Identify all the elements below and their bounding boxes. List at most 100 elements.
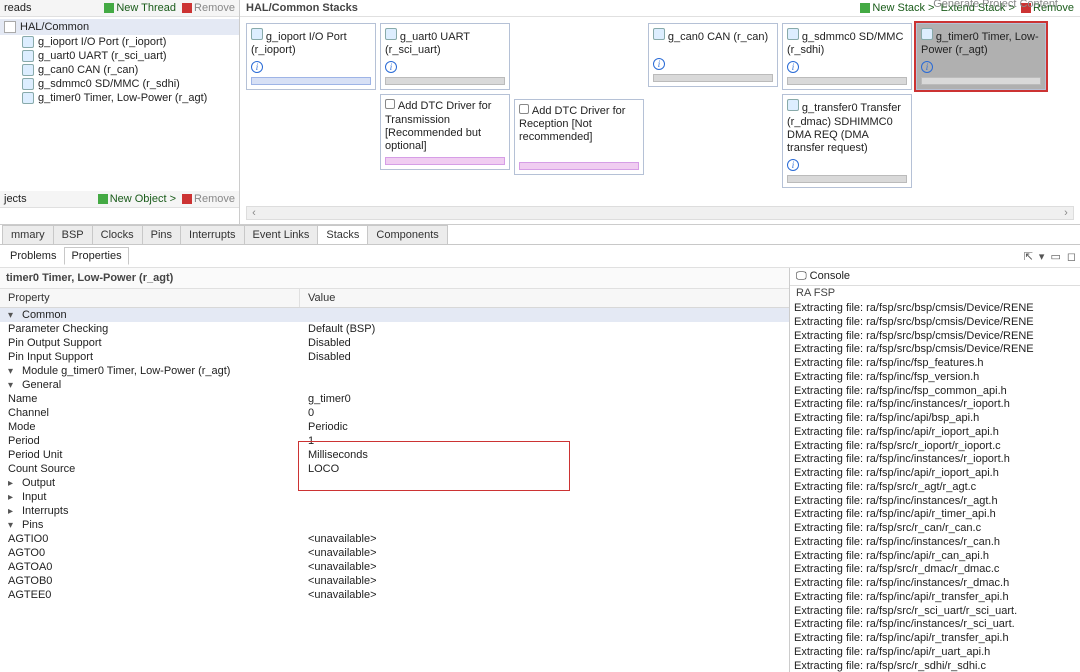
prop-value[interactable]: 0 (300, 406, 789, 420)
prop-name[interactable]: AGTIO0 (0, 532, 300, 546)
prop-value[interactable]: <unavailable> (300, 532, 789, 546)
info-icon[interactable]: i (787, 61, 799, 73)
remove-thread-button[interactable]: Remove (182, 2, 235, 14)
stack-box-can[interactable]: g_can0 CAN (r_can) i (648, 23, 778, 87)
pin-icon[interactable]: ⇱ (1024, 250, 1033, 263)
scroll-right-button[interactable]: › (1059, 207, 1073, 219)
tree-item[interactable]: g_can0 CAN (r_can) (0, 63, 239, 77)
prop-value[interactable]: Disabled (300, 350, 789, 364)
tree-item[interactable]: g_uart0 UART (r_sci_uart) (0, 49, 239, 63)
info-icon[interactable]: i (653, 58, 665, 70)
properties-table: Property Value ▾Common Parameter Checkin… (0, 289, 789, 672)
tab-summary[interactable]: mmary (2, 225, 54, 244)
prop-name[interactable]: Count Source (0, 462, 300, 476)
stack-box-timer[interactable]: g_timer0 Timer, Low-Power (r_agt) i (916, 23, 1046, 90)
view-menu-icon[interactable]: ▾ (1039, 250, 1045, 263)
remove-object-button[interactable]: Remove (182, 193, 235, 205)
prop-name[interactable]: AGTO0 (0, 546, 300, 560)
info-icon[interactable]: i (787, 159, 799, 171)
tab-bsp[interactable]: BSP (53, 225, 93, 244)
thread-icon (4, 21, 16, 33)
view-tab-console[interactable]: 🖵 Console (796, 270, 850, 283)
info-icon[interactable]: i (385, 61, 397, 73)
console-output[interactable]: Extracting file: ra/fsp/src/bsp/cmsis/De… (790, 300, 1080, 672)
prop-value[interactable]: Milliseconds (300, 448, 789, 462)
tab-event-links[interactable]: Event Links (244, 225, 319, 244)
stack-footer (385, 157, 505, 165)
prop-value[interactable]: Periodic (300, 420, 789, 434)
stack-box-transfer[interactable]: g_transfer0 Transfer (r_dmac) SDHIMMC0 D… (782, 94, 912, 188)
module-icon (385, 28, 397, 40)
group-output[interactable]: Output (22, 477, 55, 489)
stack-box-uart[interactable]: g_uart0 UART (r_sci_uart) i (380, 23, 510, 90)
tree-root-hal[interactable]: HAL/Common (0, 19, 239, 35)
prop-name[interactable]: AGTOA0 (0, 560, 300, 574)
module-icon (22, 64, 34, 76)
prop-name[interactable]: Parameter Checking (0, 322, 300, 336)
prop-value[interactable]: <unavailable> (300, 560, 789, 574)
objects-header: jects New Object > Remove (0, 191, 239, 208)
prop-name[interactable]: Pin Input Support (0, 350, 300, 364)
h-scrollbar[interactable]: ‹ › (246, 206, 1074, 220)
stack-box-dtc-rx[interactable]: Add DTC Driver for Reception [Not recomm… (514, 99, 644, 175)
minimize-icon[interactable]: ▭ (1050, 250, 1060, 263)
threads-header: reads New Thread Remove (0, 0, 239, 17)
group-general[interactable]: General (22, 379, 61, 391)
module-icon (787, 99, 799, 111)
tab-pins[interactable]: Pins (142, 225, 181, 244)
prop-name[interactable]: AGTOB0 (0, 574, 300, 588)
prop-name[interactable]: AGTEE0 (0, 588, 300, 602)
prop-name[interactable]: Period Unit (0, 448, 300, 462)
tree-item[interactable]: g_timer0 Timer, Low-Power (r_agt) (0, 91, 239, 105)
group-interrupts[interactable]: Interrupts (22, 505, 68, 517)
prop-value[interactable]: 1 (300, 434, 789, 448)
scroll-left-button[interactable]: ‹ (247, 207, 261, 219)
prop-value[interactable]: <unavailable> (300, 546, 789, 560)
new-thread-button[interactable]: New Thread (104, 2, 176, 14)
group-pins[interactable]: Pins (22, 519, 43, 531)
group-module[interactable]: Module g_timer0 Timer, Low-Power (r_agt) (22, 365, 230, 377)
generate-project-link[interactable]: Generate Project Content (927, 0, 1064, 12)
tab-clocks[interactable]: Clocks (92, 225, 143, 244)
stack-footer (787, 77, 907, 85)
prop-value[interactable]: Default (BSP) (300, 322, 789, 336)
module-icon (22, 78, 34, 90)
group-input[interactable]: Input (22, 491, 46, 503)
stack-footer (385, 77, 505, 85)
prop-name[interactable]: Pin Output Support (0, 336, 300, 350)
prop-name[interactable]: Mode (0, 420, 300, 434)
tab-stacks[interactable]: Stacks (317, 225, 368, 244)
maximize-icon[interactable]: ◻ (1067, 250, 1076, 263)
new-stack-button[interactable]: New Stack > (860, 2, 934, 14)
new-object-button[interactable]: New Object > (98, 193, 176, 205)
prop-name[interactable]: Channel (0, 406, 300, 420)
group-common[interactable]: Common (22, 309, 67, 321)
stack-box-sdmmc[interactable]: g_sdmmc0 SD/MMC (r_sdhi) i (782, 23, 912, 90)
tab-components[interactable]: Components (367, 225, 447, 244)
remove-icon (182, 3, 192, 13)
module-icon (921, 28, 933, 40)
tab-interrupts[interactable]: Interrupts (180, 225, 244, 244)
stack-footer (653, 74, 773, 82)
properties-title: timer0 Timer, Low-Power (r_agt) (0, 268, 789, 289)
view-tab-properties[interactable]: Properties (64, 247, 128, 265)
prop-value[interactable]: LOCO (300, 462, 789, 476)
info-icon[interactable]: i (251, 61, 263, 73)
prop-value[interactable]: <unavailable> (300, 574, 789, 588)
plus-icon (104, 3, 114, 13)
prop-name[interactable]: Name (0, 392, 300, 406)
stack-box-dtc-tx[interactable]: Add DTC Driver for Transmission [Recomme… (380, 94, 510, 170)
tree-item[interactable]: g_ioport I/O Port (r_ioport) (0, 35, 239, 49)
tree-item[interactable]: g_sdmmc0 SD/MMC (r_sdhi) (0, 77, 239, 91)
prop-value[interactable]: Disabled (300, 336, 789, 350)
stack-box-ioport[interactable]: g_ioport I/O Port (r_ioport) i (246, 23, 376, 90)
prop-value[interactable]: <unavailable> (300, 588, 789, 602)
view-tab-problems[interactable]: Problems (4, 248, 62, 264)
module-icon (251, 28, 263, 40)
info-icon[interactable]: i (921, 61, 933, 73)
module-icon (22, 50, 34, 62)
prop-value[interactable]: g_timer0 (300, 392, 789, 406)
prop-name[interactable]: Period (0, 434, 300, 448)
stack-footer (519, 162, 639, 170)
stack-footer (787, 175, 907, 183)
